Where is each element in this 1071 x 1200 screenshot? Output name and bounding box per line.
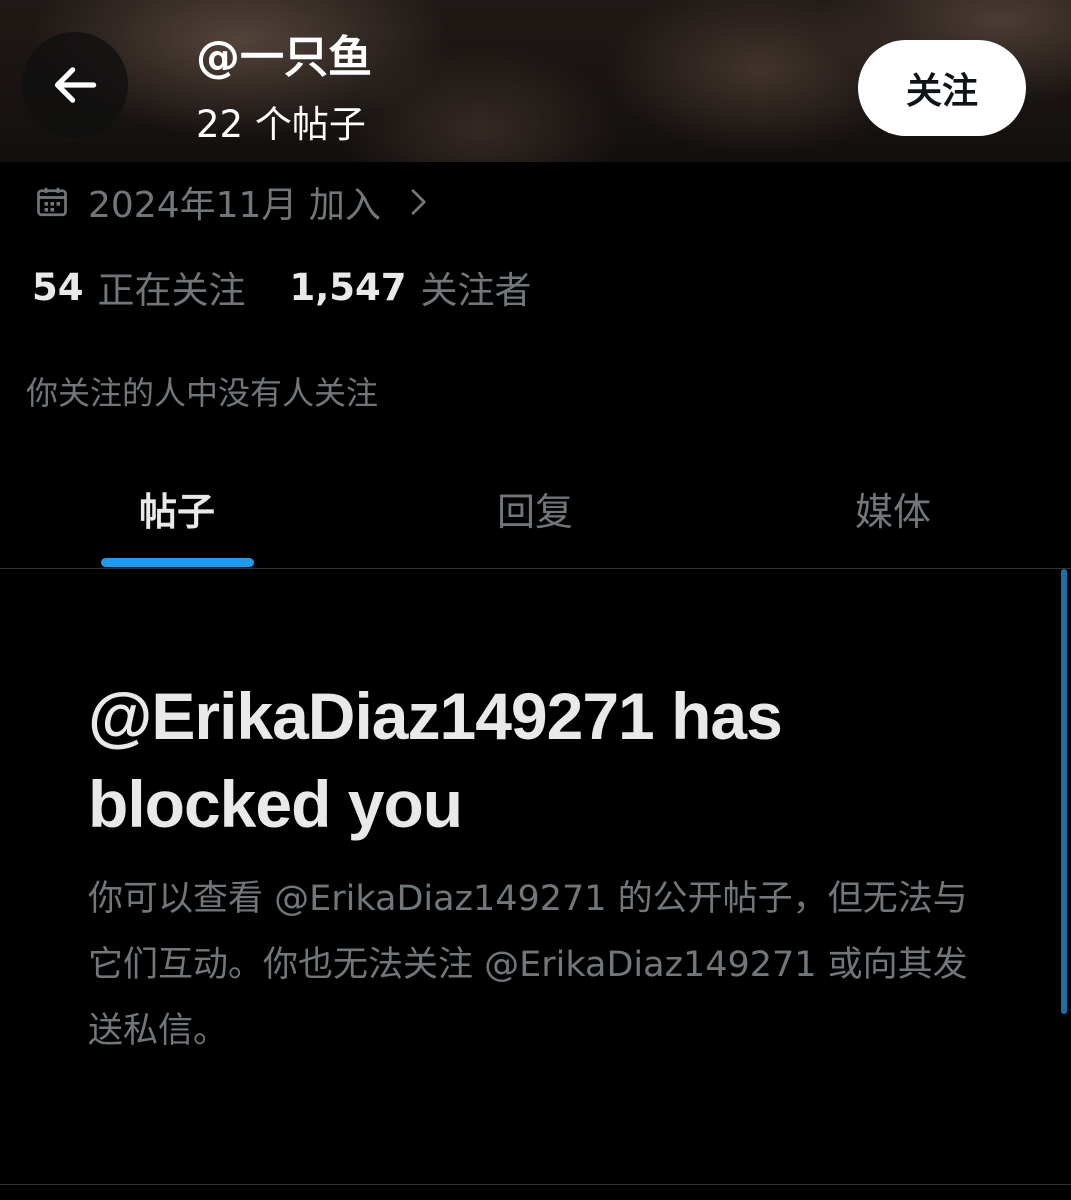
join-date-text: 2024年11月 加入 bbox=[88, 185, 381, 226]
scrollbar[interactable] bbox=[1061, 569, 1067, 1014]
tab-replies[interactable]: 回复 bbox=[458, 450, 612, 567]
follow-button[interactable]: 关注 bbox=[858, 40, 1026, 136]
profile-tabs: 帖子 回复 媒体 bbox=[0, 450, 1071, 569]
following-link[interactable]: 54 正在关注 bbox=[32, 260, 246, 314]
join-date-row[interactable]: 2024年11月 加入 bbox=[34, 174, 433, 230]
blocked-description: 你可以查看 @ErikaDiaz149271 的公开帖子，但无法与它们互动。你也… bbox=[88, 879, 968, 1051]
divider bbox=[0, 1184, 1071, 1185]
tab-posts[interactable]: 帖子 bbox=[100, 450, 254, 567]
profile-page: @一只鱼 22 个帖子 关注 2024年11月 加入 54 正在关注 1,547… bbox=[0, 0, 1071, 1200]
followers-you-know: 你关注的人中没有人关注 bbox=[26, 374, 379, 412]
following-label: 正在关注 bbox=[97, 269, 246, 312]
blocked-title: @ErikaDiaz149271 has blocked you bbox=[88, 679, 783, 841]
post-count: 22 个帖子 bbox=[196, 103, 366, 146]
followers-count: 1,547 bbox=[289, 265, 407, 309]
follow-counts: 54 正在关注 1,547 关注者 bbox=[32, 260, 532, 314]
profile-header: @一只鱼 22 个帖子 关注 bbox=[0, 0, 1071, 162]
followers-label: 关注者 bbox=[420, 269, 532, 312]
followers-link[interactable]: 1,547 关注者 bbox=[290, 260, 532, 314]
back-button[interactable] bbox=[22, 32, 128, 138]
tab-media[interactable]: 媒体 bbox=[816, 450, 970, 567]
calendar-icon bbox=[34, 184, 70, 220]
arrow-left-icon bbox=[54, 67, 97, 103]
active-tab-indicator bbox=[101, 558, 254, 567]
profile-name: @一只鱼 bbox=[196, 32, 372, 83]
chevron-right-icon bbox=[403, 187, 433, 217]
following-count: 54 bbox=[32, 265, 84, 309]
